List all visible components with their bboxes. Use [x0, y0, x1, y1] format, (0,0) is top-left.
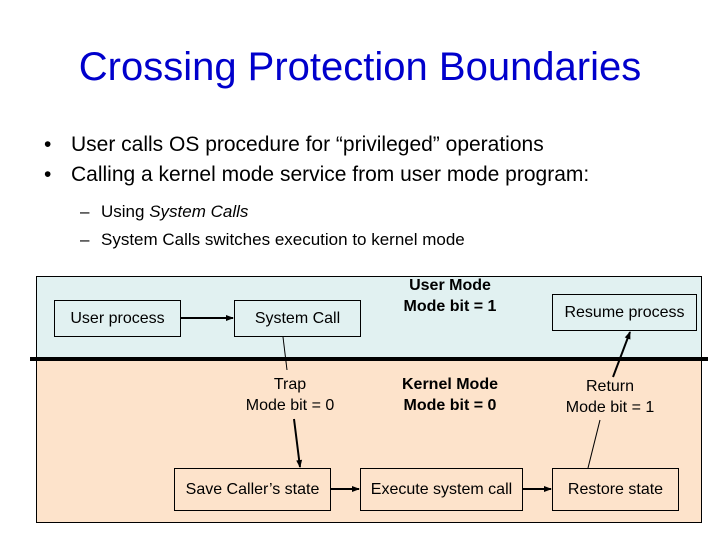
kernel-mode-bit: Mode bit = 0	[403, 397, 497, 414]
user-mode-label: User Mode Mode bit = 1	[380, 275, 520, 317]
kernel-mode-title: Kernel Mode	[401, 376, 498, 393]
bullet-item: • User calls OS procedure for “privilege…	[44, 130, 589, 160]
system-call-box: System Call	[234, 300, 361, 337]
bullet-text: Calling a kernel mode service from user …	[71, 163, 590, 186]
sub-bullet-text: System Calls switches execution to kerne…	[101, 230, 465, 249]
system-call-label: System Call	[254, 309, 341, 327]
trap-title: Trap	[273, 376, 307, 393]
save-state-box: Save Caller’s state	[174, 468, 331, 511]
trap-mode-bit: Mode bit = 0	[245, 397, 335, 414]
sub-bullet-item: – System Calls switches execution to ker…	[80, 226, 465, 254]
sub-bullet-list: – Using System Calls – System Calls swit…	[80, 198, 465, 254]
restore-state-box: Restore state	[552, 468, 679, 511]
resume-process-box: Resume process	[552, 294, 697, 331]
return-title: Return	[585, 378, 635, 395]
bullet-marker: •	[44, 133, 52, 156]
trap-label: Trap Mode bit = 0	[225, 374, 355, 416]
bullet-item: • Calling a kernel mode service from use…	[44, 160, 589, 190]
return-label: Return Mode bit = 1	[545, 376, 675, 418]
user-mode-title: User Mode	[409, 277, 491, 294]
return-mode-bit: Mode bit = 1	[565, 399, 655, 416]
sub-bullet-marker: –	[80, 202, 90, 221]
save-state-label: Save Caller’s state	[185, 480, 320, 498]
sub-bullet-marker: –	[80, 230, 90, 249]
execute-call-label: Execute system call	[370, 480, 513, 498]
protection-boundary-line	[30, 357, 708, 361]
bullet-text: User calls OS procedure for “privileged”…	[71, 133, 544, 156]
user-mode-bit: Mode bit = 1	[403, 298, 497, 315]
sub-bullet-item: – Using System Calls	[80, 198, 465, 226]
user-process-label: User process	[70, 309, 165, 327]
bullet-marker: •	[44, 163, 52, 186]
user-process-box: User process	[54, 300, 181, 337]
resume-process-label: Resume process	[564, 303, 685, 321]
sub-bullet-emphasis: System Calls	[149, 202, 249, 221]
execute-call-box: Execute system call	[360, 468, 523, 511]
kernel-mode-label: Kernel Mode Mode bit = 0	[380, 374, 520, 416]
sub-bullet-text: Using	[101, 202, 150, 221]
restore-state-label: Restore state	[567, 480, 664, 498]
slide-title: Crossing Protection Boundaries	[78, 45, 642, 89]
bullet-list: • User calls OS procedure for “privilege…	[44, 130, 589, 190]
